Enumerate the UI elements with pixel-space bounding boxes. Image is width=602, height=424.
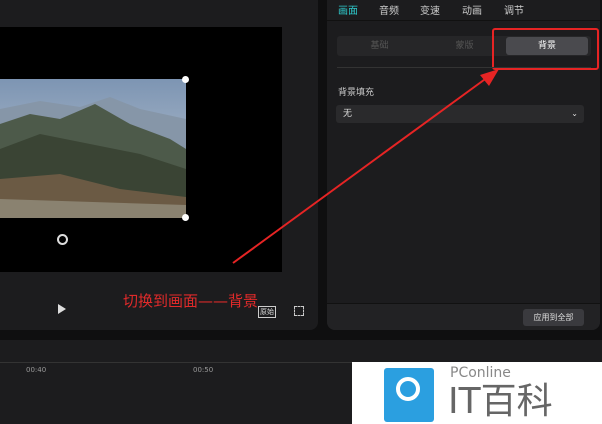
watermark-brand: PConline <box>450 365 511 381</box>
watermark-name: IT百科 <box>448 381 553 422</box>
annotation-arrow <box>232 69 499 264</box>
annotation-text: 切换到画面——背景 <box>123 292 259 310</box>
watermark: PConline IT百科 <box>352 362 602 424</box>
logo-icon <box>384 368 434 422</box>
